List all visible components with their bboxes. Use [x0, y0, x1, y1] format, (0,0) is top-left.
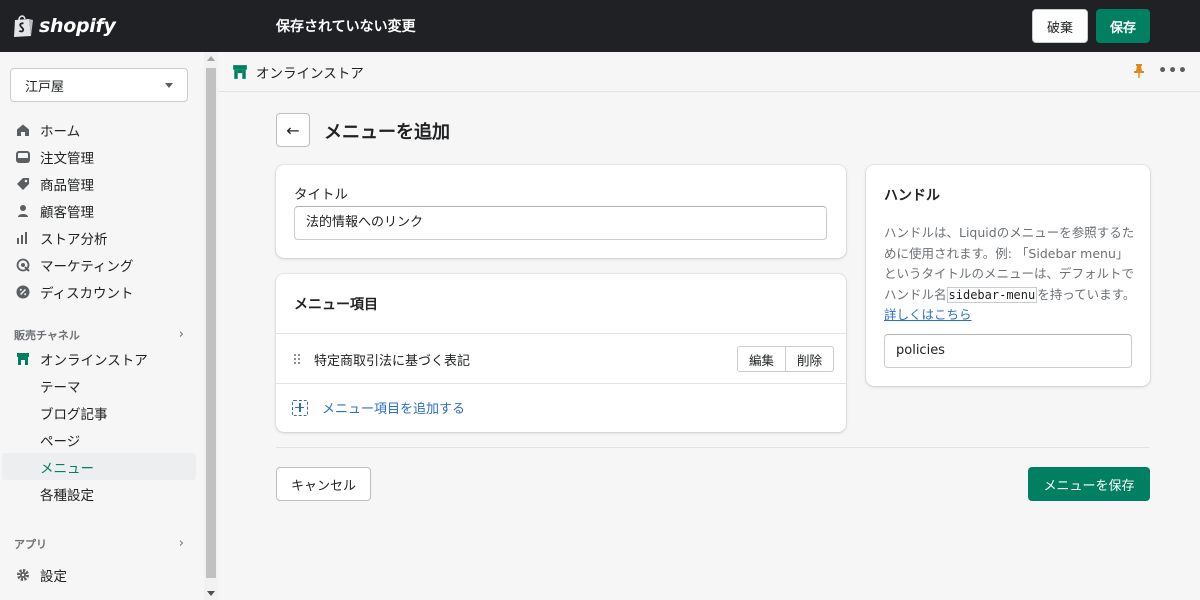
menu-items-card: メニュー項目 特定商取引法に基づく表記 編集 削除 メニュー項目を追加する	[276, 274, 846, 432]
nav-label: 顧客管理	[40, 204, 94, 221]
save-button[interactable]: 保存	[1095, 9, 1150, 43]
back-button[interactable]: ←	[276, 113, 310, 147]
delete-button[interactable]: 削除	[785, 346, 834, 372]
nav-item-analytics[interactable]: ストア分析	[0, 224, 204, 251]
caret-down-icon	[165, 82, 173, 88]
drag-handle-icon[interactable]	[294, 354, 300, 364]
arrow-left-icon: ←	[286, 120, 300, 140]
sub-item-themes[interactable]: テーマ	[0, 372, 204, 399]
nav-item-customers[interactable]: 顧客管理	[0, 197, 204, 224]
edit-button[interactable]: 編集	[736, 346, 786, 372]
app-header: オンラインストア •••	[218, 52, 1200, 92]
logo-text: shopify	[39, 15, 116, 37]
nav-item-discounts[interactable]: ディスカウント	[0, 278, 204, 305]
sales-channels-label: 販売チャネル	[14, 329, 80, 342]
app-header-actions: •••	[1134, 64, 1188, 78]
menu-items-heading: メニュー項目	[294, 297, 378, 313]
discount-icon	[16, 285, 30, 298]
handle-input-value: policies	[896, 343, 945, 358]
handle-input[interactable]: policies	[884, 334, 1132, 368]
person-icon	[18, 204, 28, 217]
scrollbar-thumb[interactable]	[206, 68, 216, 578]
nav-label: ディスカウント	[40, 285, 134, 302]
nav-item-online-store[interactable]: オンラインストア	[0, 345, 204, 372]
sub-item-blog-posts[interactable]: ブログ記事	[0, 399, 204, 426]
app-title: オンラインストア	[256, 65, 364, 82]
title-input-value: 法的情報へのリンク	[306, 215, 424, 230]
handle-description: ハンドルは、Liquidのメニューを参照するために使用されます。例: 「Side…	[884, 223, 1136, 326]
apps-label: アプリ	[14, 538, 47, 551]
cancel-button[interactable]: キャンセル	[276, 467, 372, 501]
nav-label: 設定	[40, 568, 67, 585]
orders-icon	[16, 150, 30, 163]
save-menu-button[interactable]: メニューを保存	[1028, 467, 1150, 501]
analytics-icon	[17, 231, 27, 244]
store-selector[interactable]: 江戸屋	[10, 68, 188, 102]
footer-divider	[276, 447, 1150, 448]
tag-icon	[17, 177, 29, 190]
apps-header[interactable]: アプリ ›	[14, 536, 184, 552]
store-icon	[233, 64, 247, 79]
add-menu-item-label: メニュー項目を追加する	[322, 402, 466, 417]
page-title: メニューを追加	[324, 122, 450, 143]
add-plus-icon	[292, 399, 308, 416]
learn-more-link[interactable]: 詳しくはこちら	[884, 307, 972, 322]
chevron-right-icon: ›	[178, 327, 184, 342]
sales-channels-header[interactable]: 販売チャネル ›	[14, 327, 184, 343]
menu-item-actions: 編集 削除	[736, 346, 834, 372]
scroll-down-arrow-icon[interactable]	[207, 591, 215, 596]
shopify-logo[interactable]: shopify	[0, 14, 220, 38]
top-bar: shopify 保存されていない変更 破棄 保存	[0, 0, 1200, 52]
discard-button[interactable]: 破棄	[1031, 9, 1088, 43]
nav-item-products[interactable]: 商品管理	[0, 170, 204, 197]
pin-icon[interactable]	[1134, 64, 1145, 78]
top-actions: 破棄 保存	[1031, 9, 1150, 43]
handle-desc-text-2: を持っています。	[1037, 286, 1136, 302]
sales-channel-list: オンラインストア テーマ ブログ記事 ページ メニュー 各種設定	[0, 345, 204, 507]
store-name: 江戸屋	[25, 79, 65, 95]
nav-item-home[interactable]: ホーム	[0, 116, 204, 143]
handle-card: ハンドル ハンドルは、Liquidのメニューを参照するために使用されます。例: …	[866, 165, 1150, 386]
sub-item-pages[interactable]: ページ	[0, 426, 204, 453]
title-field-label: タイトル	[294, 187, 348, 203]
sub-item-preferences[interactable]: 各種設定	[0, 480, 204, 507]
sub-item-navigation[interactable]: メニュー	[2, 453, 196, 480]
nav-item-settings[interactable]: 設定	[0, 561, 204, 588]
main-nav: ホーム 注文管理 商品管理 顧客管理 ストア分析 マーケティング ディスカウント	[0, 116, 204, 305]
title-input[interactable]: 法的情報へのリンク	[294, 206, 827, 240]
nav-item-orders[interactable]: 注文管理	[0, 143, 204, 170]
chevron-right-icon: ›	[178, 536, 184, 551]
add-menu-item-link[interactable]: メニュー項目を追加する	[292, 398, 465, 417]
menu-item-label: 特定商取引法に基づく表記	[314, 354, 471, 369]
scroll-up-arrow-icon[interactable]	[207, 56, 215, 61]
marketing-icon	[16, 258, 30, 272]
nav-label: オンラインストア	[40, 352, 148, 369]
store-icon	[17, 352, 29, 365]
sidebar-scrollbar[interactable]	[204, 52, 218, 600]
nav-label: マーケティング	[40, 258, 134, 275]
home-icon	[17, 124, 29, 136]
nav-label: 商品管理	[40, 177, 94, 194]
sidebar: 江戸屋 ホーム 注文管理 商品管理 顧客管理 ストア分析 マーケティング ディス…	[0, 52, 204, 600]
nav-item-marketing[interactable]: マーケティング	[0, 251, 204, 278]
handle-code-example: sidebar-menu	[946, 286, 1038, 303]
nav-label: 注文管理	[40, 150, 94, 167]
shopify-bag-icon	[14, 15, 33, 37]
nav-label: ストア分析	[40, 231, 108, 248]
menu-item-row[interactable]: 特定商取引法に基づく表記 編集 削除	[276, 334, 846, 384]
divider	[276, 383, 846, 384]
handle-heading: ハンドル	[884, 188, 940, 204]
more-options-icon[interactable]: •••	[1158, 64, 1188, 78]
title-card: タイトル 法的情報へのリンク	[276, 165, 846, 258]
gear-icon	[17, 568, 29, 581]
nav-label: ホーム	[40, 123, 81, 140]
unsaved-changes-message: 保存されていない変更	[276, 19, 416, 35]
